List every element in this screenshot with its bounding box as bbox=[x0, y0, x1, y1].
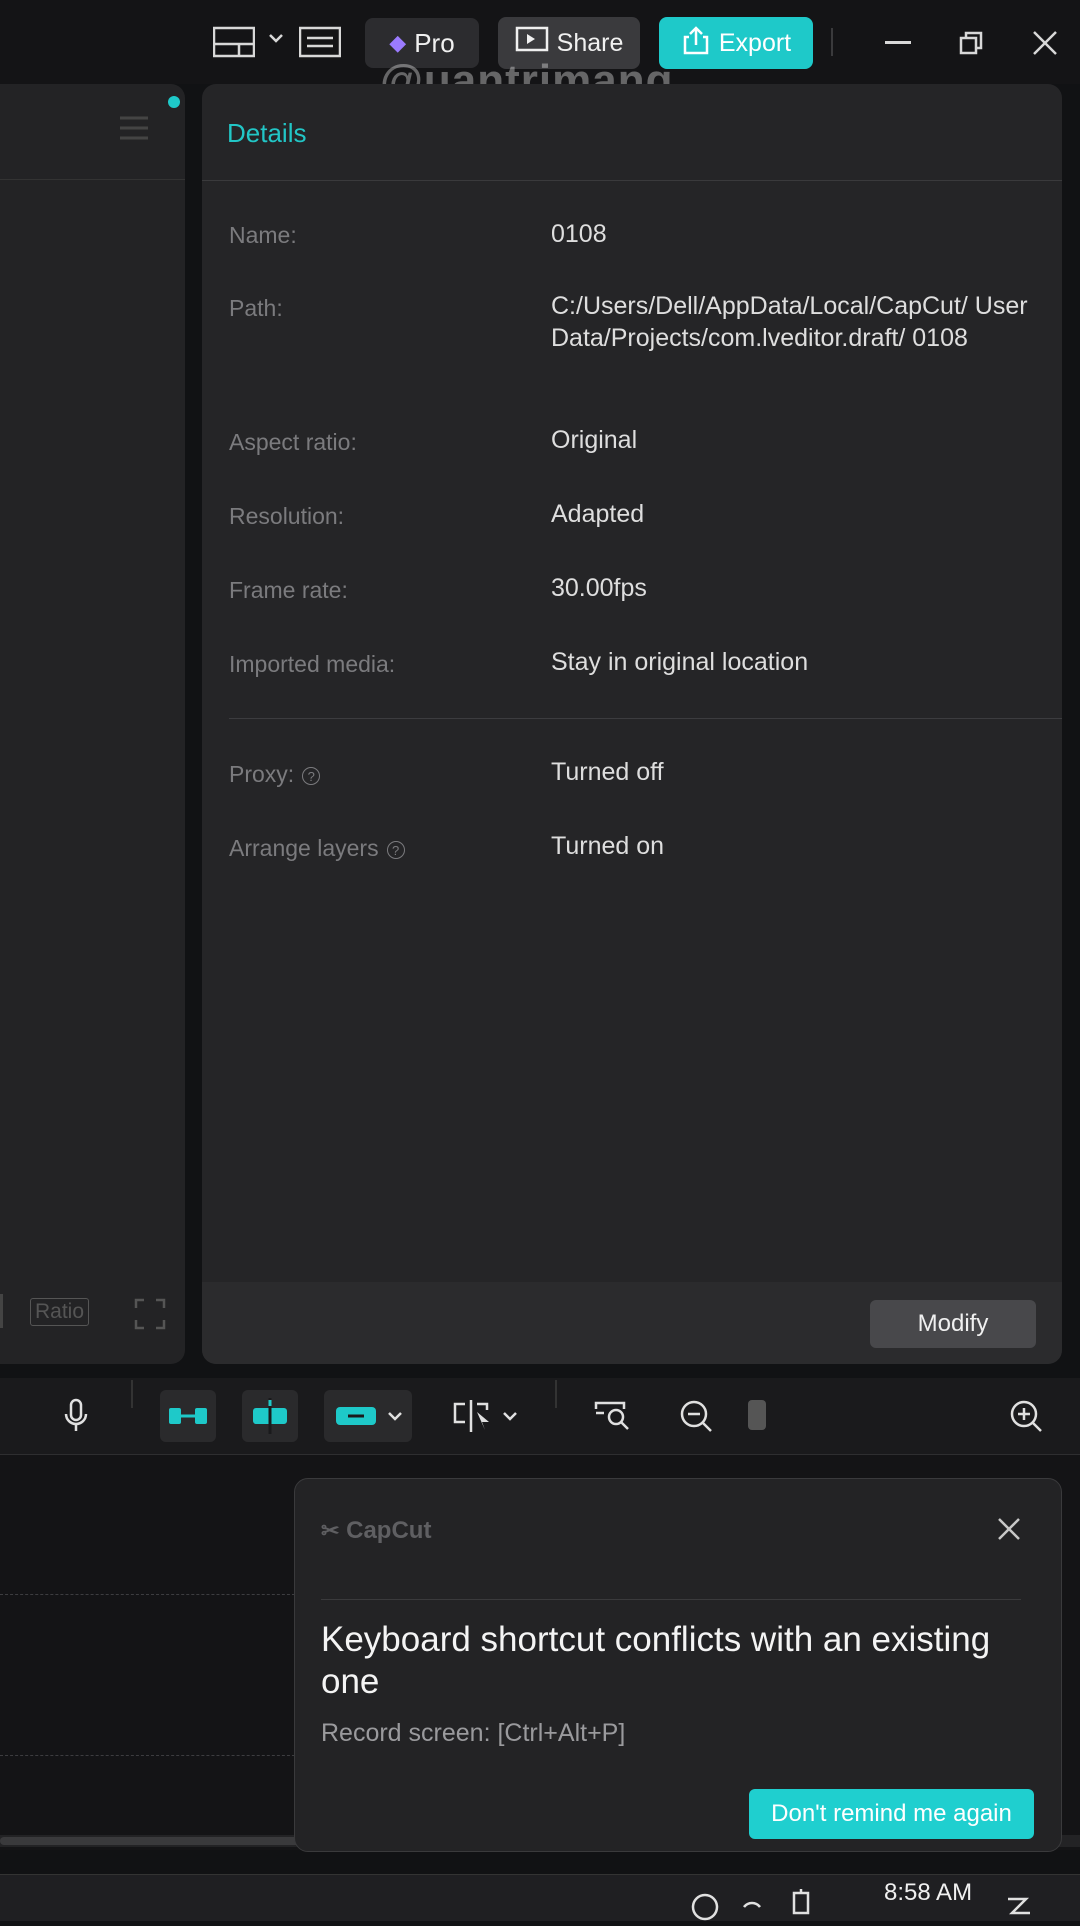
taskbar-clock[interactable]: 8:58 AM bbox=[884, 1879, 972, 1907]
name-label: Name: bbox=[229, 222, 297, 248]
arrange-layers-label: Arrange layers? bbox=[229, 835, 405, 862]
zoom-slider-handle[interactable] bbox=[748, 1400, 766, 1430]
scrollbar-thumb[interactable] bbox=[0, 1837, 300, 1845]
auto-snap-icon[interactable] bbox=[242, 1390, 298, 1442]
notifications-icon[interactable] bbox=[1004, 1889, 1034, 1924]
fullscreen-icon[interactable] bbox=[134, 1298, 166, 1335]
path-value: C:/Users/Dell/AppData/Local/CapCut/ User… bbox=[551, 292, 1028, 352]
capcut-logo-icon: ✂ bbox=[321, 1518, 340, 1543]
toast-message: Record screen: [Ctrl+Alt+P] bbox=[321, 1719, 626, 1747]
export-icon bbox=[681, 25, 711, 62]
share-label: Share bbox=[556, 28, 624, 57]
minimize-icon[interactable] bbox=[880, 28, 916, 58]
layout-icon[interactable] bbox=[212, 24, 256, 60]
details-panel: Details Name: 0108 Path: C:/Users/Dell/A… bbox=[202, 84, 1062, 1364]
divider bbox=[0, 179, 185, 180]
divider bbox=[229, 718, 1062, 719]
close-icon[interactable] bbox=[997, 1517, 1021, 1546]
ratio-button[interactable]: Ratio bbox=[30, 1298, 90, 1326]
name-value: 0108 bbox=[551, 220, 607, 248]
divider bbox=[831, 28, 833, 56]
arrange-layers-label-text: Arrange layers bbox=[229, 835, 379, 861]
preview-axis-icon[interactable] bbox=[444, 1392, 524, 1440]
aspect-ratio-value: Original bbox=[551, 426, 638, 454]
shortcut-conflict-toast: ✂ CapCut Keyboard shortcut conflicts wit… bbox=[294, 1478, 1062, 1852]
dont-remind-button[interactable]: Don't remind me again bbox=[749, 1789, 1034, 1839]
details-title: Details bbox=[227, 118, 307, 148]
divider bbox=[131, 1380, 133, 1408]
aspect-ratio-label: Aspect ratio: bbox=[229, 429, 357, 455]
path-label: Path: bbox=[229, 295, 283, 321]
help-icon[interactable]: ? bbox=[386, 840, 405, 859]
capcut-logo: ✂ CapCut bbox=[321, 1517, 431, 1545]
zoom-to-fit-icon[interactable] bbox=[590, 1394, 638, 1438]
microphone-icon[interactable] bbox=[58, 1394, 94, 1438]
modify-button[interactable]: Modify bbox=[870, 1300, 1036, 1348]
restore-icon[interactable] bbox=[954, 26, 988, 60]
resolution-value: Adapted bbox=[551, 500, 645, 528]
timeline-toolbar bbox=[0, 1378, 1080, 1455]
capcut-brand-text: CapCut bbox=[346, 1517, 432, 1544]
resolution-label: Resolution: bbox=[229, 503, 345, 529]
main-track-magnet-icon[interactable] bbox=[160, 1390, 216, 1442]
zoom-out-icon[interactable] bbox=[674, 1394, 718, 1438]
imported-media-value: Stay in original location bbox=[551, 648, 809, 676]
player-panel: Ratio bbox=[0, 84, 185, 1364]
imported-media-label: Imported media: bbox=[229, 651, 396, 677]
linkage-icon[interactable] bbox=[324, 1390, 412, 1442]
volume-icon[interactable] bbox=[740, 1889, 764, 1924]
taskbar: 8:58 AM bbox=[0, 1874, 1080, 1921]
frame-rate-value: 30.00fps bbox=[551, 574, 647, 602]
language-icon[interactable] bbox=[792, 1887, 822, 1926]
notification-dot bbox=[168, 96, 180, 108]
diamond-icon: ◆ bbox=[389, 30, 407, 55]
shortcuts-icon[interactable] bbox=[298, 24, 342, 60]
divider bbox=[555, 1380, 557, 1408]
proxy-value: Turned off bbox=[551, 758, 664, 786]
pro-label: Pro bbox=[414, 27, 455, 58]
track-guide bbox=[0, 1755, 300, 1756]
chevron-down-icon[interactable] bbox=[503, 1411, 517, 1421]
details-footer: Modify bbox=[202, 1282, 1062, 1364]
track-guide bbox=[0, 1594, 300, 1595]
frame-rate-label: Frame rate: bbox=[229, 577, 348, 603]
export-label: Export bbox=[718, 28, 792, 57]
menu-icon[interactable] bbox=[118, 114, 150, 147]
help-icon[interactable]: ? bbox=[302, 766, 321, 785]
arrange-layers-value: Turned on bbox=[551, 832, 665, 860]
divider bbox=[0, 1294, 3, 1328]
chevron-down-icon[interactable] bbox=[388, 1411, 402, 1421]
zoom-in-icon[interactable] bbox=[1004, 1394, 1048, 1438]
toast-title: Keyboard shortcut conflicts with an exis… bbox=[321, 1620, 991, 1701]
chevron-down-icon[interactable] bbox=[266, 28, 286, 48]
divider bbox=[321, 1599, 1021, 1600]
close-icon[interactable] bbox=[1026, 24, 1064, 62]
proxy-label-text: Proxy: bbox=[229, 761, 295, 787]
proxy-label: Proxy:? bbox=[229, 761, 321, 788]
details-header: Details bbox=[202, 84, 1062, 181]
export-button[interactable]: Export bbox=[659, 17, 813, 69]
